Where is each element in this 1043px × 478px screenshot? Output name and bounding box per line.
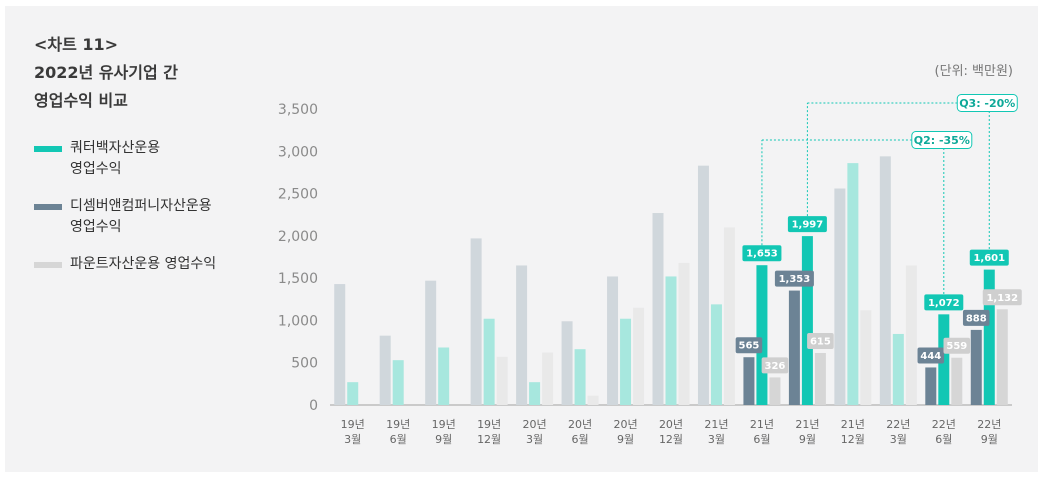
x-tick-label: 22년	[886, 418, 910, 431]
bar	[665, 276, 677, 405]
x-tick-label: 12월	[477, 433, 501, 446]
bar	[392, 360, 404, 405]
x-tick-label: 9월	[799, 433, 816, 446]
bar	[379, 335, 391, 405]
data-label: 615	[810, 336, 831, 347]
x-tick-label: 20년	[523, 418, 547, 431]
y-tick-label: 0	[309, 398, 318, 414]
bar	[678, 262, 690, 405]
bar	[951, 357, 963, 405]
data-label: 1,997	[792, 220, 824, 231]
bar	[970, 329, 982, 405]
x-tick-label: 6월	[572, 433, 589, 446]
y-tick-label: 2,500	[278, 187, 318, 203]
x-tick-label: 20년	[613, 418, 637, 431]
x-tick-label: 3월	[526, 433, 543, 446]
data-label: 1,353	[779, 274, 811, 285]
bar	[834, 188, 846, 405]
bar	[347, 382, 359, 405]
bar	[496, 356, 508, 405]
annotation-label: Q2: -35%	[914, 134, 970, 147]
x-tick-label: 21년	[795, 418, 819, 431]
bar-chart: 0 500 1,000 1,500 2,000 2,500 3,000 3,500 19년 3월 1…	[278, 94, 1022, 446]
bar	[743, 357, 755, 405]
x-tick-label: 21년	[704, 418, 728, 431]
x-tick-label: 22년	[932, 418, 956, 431]
x-tick-label: 19년	[386, 418, 410, 431]
bar	[769, 377, 781, 405]
bar	[788, 290, 800, 405]
bar	[860, 310, 872, 405]
y-tick-label: 2,000	[278, 229, 318, 245]
bar	[561, 321, 573, 405]
bar	[574, 349, 586, 405]
x-tick-label: 19년	[432, 418, 456, 431]
data-label: 559	[946, 341, 967, 352]
x-tick-label: 22년	[977, 418, 1001, 431]
x-tick-label: 3월	[344, 433, 361, 446]
bar	[438, 347, 450, 405]
x-tick-label: 6월	[935, 433, 952, 446]
data-label: 444	[920, 351, 941, 362]
bar	[470, 238, 482, 405]
x-tick-label: 21년	[750, 418, 774, 431]
bar	[620, 318, 632, 405]
bar	[633, 307, 645, 405]
bar	[425, 280, 437, 405]
bar	[892, 333, 904, 405]
data-label: 888	[966, 313, 987, 324]
x-tick-label: 9월	[617, 433, 634, 446]
x-tick-label: 6월	[753, 433, 770, 446]
bar	[542, 352, 554, 405]
bar	[483, 318, 495, 405]
x-tick-label: 20년	[659, 418, 683, 431]
bar	[847, 163, 859, 405]
data-label: 1,601	[973, 253, 1005, 264]
x-tick-label: 9월	[435, 433, 452, 446]
bar	[516, 265, 528, 405]
data-label: 326	[764, 361, 785, 372]
x-tick-label: 12월	[659, 433, 683, 446]
bar	[334, 284, 346, 405]
bar	[607, 276, 619, 405]
bar	[801, 236, 813, 405]
bar	[697, 165, 709, 405]
x-tick-label: 3월	[708, 433, 725, 446]
y-tick-label: 3,500	[278, 102, 318, 118]
bar	[710, 304, 722, 405]
bar	[756, 265, 768, 405]
x-tick-label: 21년	[841, 418, 865, 431]
x-tick-label: 20년	[568, 418, 592, 431]
bar	[925, 367, 937, 405]
x-tick-label: 3월	[890, 433, 907, 446]
y-tick-label: 1,500	[278, 271, 318, 287]
y-tick-label: 3,000	[278, 144, 318, 160]
y-tick-label: 500	[291, 356, 318, 372]
bar	[814, 352, 826, 405]
bar	[587, 395, 599, 405]
y-tick-label: 1,000	[278, 313, 318, 329]
annotation-label: Q3: -20%	[959, 97, 1015, 110]
bar	[996, 309, 1008, 405]
data-label: 1,653	[746, 249, 778, 260]
x-tick-label: 19년	[477, 418, 501, 431]
x-tick-label: 12월	[841, 433, 865, 446]
data-label: 1,072	[928, 298, 960, 309]
x-tick-label: 9월	[981, 433, 998, 446]
data-label: 565	[738, 341, 759, 352]
data-label: 1,132	[986, 293, 1018, 304]
x-tick-label: 19년	[341, 418, 365, 431]
x-tick-label: 6월	[390, 433, 407, 446]
bar	[723, 227, 735, 405]
bar	[652, 213, 664, 405]
bar	[905, 265, 917, 405]
bar	[879, 156, 891, 405]
bar	[529, 382, 541, 405]
